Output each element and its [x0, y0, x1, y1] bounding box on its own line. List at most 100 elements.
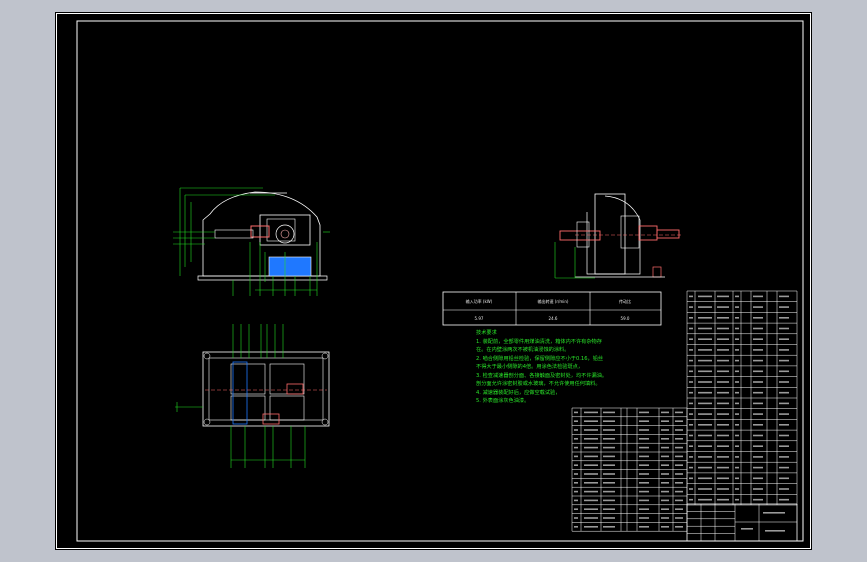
table-cell-text — [753, 295, 763, 298]
table-cell-text — [735, 488, 739, 490]
table-cell-text — [735, 381, 739, 383]
table-cell-text — [717, 349, 729, 351]
table-cell-text — [675, 482, 683, 484]
table-cell-text — [689, 488, 693, 490]
title-block — [686, 503, 798, 542]
table-cell-text — [753, 359, 763, 362]
table-cell-text — [779, 413, 789, 415]
table-cell-text — [689, 424, 693, 426]
table-cell-text — [753, 381, 763, 383]
table-cell-text — [735, 338, 739, 340]
table-cell-text — [584, 490, 598, 493]
table-cell-text — [574, 446, 578, 449]
table-cell-text — [689, 402, 693, 405]
table-cell-text — [661, 420, 669, 422]
parameter-table: 输入功率 (kW) 输出转速 (r/min) 传动比 5.97 24.6 59.… — [442, 291, 662, 326]
table-cell-text — [603, 508, 615, 510]
table-cell-text — [574, 438, 578, 440]
top-view — [175, 324, 330, 468]
table-cell-text — [584, 499, 598, 502]
table-cell-text — [717, 370, 729, 373]
tech-req-line-4: 不得大于最小侧隙的4倍。用涂色法检验斑点， — [476, 362, 583, 370]
table-cell-text — [603, 420, 615, 422]
table-cell-text — [698, 317, 712, 319]
table-cell-text — [717, 306, 729, 308]
table-cell-text — [779, 498, 789, 501]
table-cell-text — [735, 466, 739, 469]
table-cell-text — [717, 402, 729, 405]
table-cell-text — [779, 477, 789, 480]
table-cell-text — [639, 429, 649, 431]
table-cell-text — [698, 381, 712, 383]
table-cell-text — [698, 338, 712, 340]
table-cell-text — [584, 446, 598, 449]
table-cell-text — [639, 420, 649, 422]
table-cell-text — [779, 295, 789, 298]
table-cell-text — [675, 446, 683, 449]
table-cell-text — [675, 490, 683, 493]
table-cell-text — [675, 526, 683, 528]
table-cell-text — [603, 438, 615, 440]
drawing-frame-border — [76, 20, 804, 542]
table-cell-text — [661, 446, 669, 449]
table-cell-text — [735, 349, 739, 351]
table-cell-text — [603, 517, 615, 519]
table-cell-text — [603, 464, 615, 466]
table-cell-text — [753, 434, 763, 437]
tech-req-line-8: 5. 外表面涂灰色油漆。 — [476, 396, 529, 404]
table-cell-text — [639, 517, 649, 519]
cad-drawing-canvas[interactable]: 输入功率 (kW) 输出转速 (r/min) 传动比 5.97 24.6 59.… — [55, 12, 812, 550]
table-cell-text — [763, 512, 785, 514]
table-cell-text — [717, 317, 729, 319]
table-cell-text — [717, 445, 729, 447]
table-cell-text — [753, 498, 763, 501]
table-cell-text — [689, 477, 693, 480]
table-cell-text — [779, 391, 789, 394]
table-cell-text — [735, 456, 739, 458]
table-cell-text — [661, 517, 669, 519]
table-cell-text — [639, 438, 649, 440]
table-cell-text — [779, 456, 789, 458]
table-cell-text — [584, 482, 598, 484]
table-cell-text — [753, 327, 763, 330]
table-cell-text — [661, 464, 669, 466]
table-cell-text — [698, 370, 712, 373]
table-cell-text — [753, 424, 763, 426]
table-cell-text — [717, 466, 729, 469]
table-cell-text — [717, 327, 729, 330]
table-cell-text — [779, 445, 789, 447]
table-cell-text — [698, 434, 712, 437]
table-cell-text — [689, 445, 693, 447]
param-value-input-power: 5.97 — [475, 316, 484, 321]
table-cell-text — [574, 526, 578, 528]
table-cell-text — [698, 413, 712, 415]
table-cell-text — [584, 517, 598, 519]
table-cell-text — [753, 466, 763, 469]
table-cell-text — [639, 490, 649, 493]
drawing-sheet: 输入功率 (kW) 输出转速 (r/min) 传动比 5.97 24.6 59.… — [56, 13, 811, 549]
table-cell-text — [661, 482, 669, 484]
table-cell-text — [689, 466, 693, 469]
table-cell-text — [753, 456, 763, 458]
table-cell-text — [689, 498, 693, 501]
table-cell-text — [779, 359, 789, 362]
table-cell-text — [779, 327, 789, 330]
table-cell-text — [779, 370, 789, 373]
table-cell-text — [753, 370, 763, 373]
table-cell-text — [661, 411, 669, 414]
table-cell-text — [753, 402, 763, 405]
table-cell-text — [779, 488, 789, 490]
table-cell-text — [603, 455, 615, 458]
table-cell-text — [675, 438, 683, 440]
table-cell-text — [779, 466, 789, 469]
table-cell-text — [753, 338, 763, 340]
table-cell-text — [574, 455, 578, 458]
table-cell-text — [717, 477, 729, 480]
table-cell-text — [753, 445, 763, 447]
table-cell-text — [675, 455, 683, 458]
table-cell-text — [779, 349, 789, 351]
table-cell-text — [753, 317, 763, 319]
table-cell-text — [735, 295, 739, 298]
table-cell-text — [765, 530, 785, 532]
table-cell-text — [574, 490, 578, 493]
